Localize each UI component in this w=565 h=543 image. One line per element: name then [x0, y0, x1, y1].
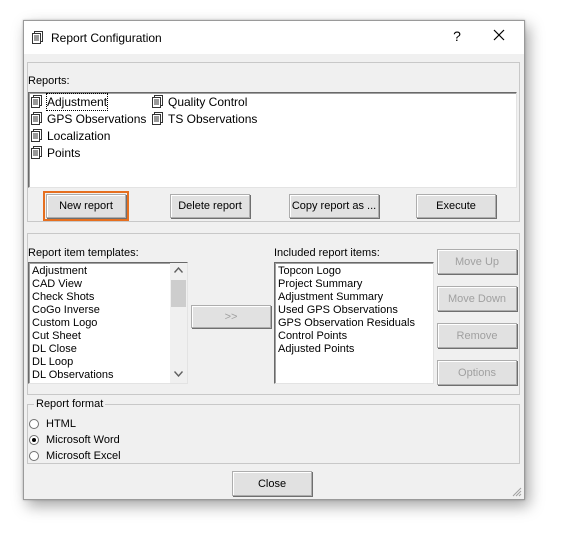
remove-button[interactable]: Remove — [437, 323, 517, 348]
add-item-button[interactable]: >> — [191, 305, 271, 328]
template-item[interactable]: CoGo Inverse — [32, 304, 100, 317]
template-item[interactable]: Custom Logo — [32, 317, 97, 330]
reports-label: Reports: — [28, 75, 70, 87]
report-document-icon — [32, 31, 43, 44]
scroll-down-arrow-icon[interactable] — [174, 371, 183, 377]
templates-list[interactable]: Adjustment CAD View Check Shots CoGo Inv… — [28, 262, 188, 384]
template-item[interactable]: DL Close — [32, 343, 77, 356]
title-bar: Report Configuration ? — [24, 21, 524, 54]
move-up-button[interactable]: Move Up — [437, 249, 517, 274]
report-item-label: GPS Observations — [47, 112, 147, 126]
templates-scrollbar[interactable] — [170, 263, 187, 383]
report-item-label: Localization — [47, 129, 111, 143]
radio-button[interactable] — [29, 451, 39, 461]
report-format-label: Report format — [34, 398, 106, 410]
template-item[interactable]: Adjustment — [32, 265, 87, 278]
included-item[interactable]: GPS Observation Residuals — [278, 317, 415, 330]
format-option-label: HTML — [46, 418, 76, 430]
radio-button[interactable] — [29, 419, 39, 429]
radio-selected-dot — [32, 438, 36, 442]
report-icon — [152, 95, 163, 108]
scroll-up-arrow-icon[interactable] — [174, 267, 183, 273]
report-configuration-dialog: Report Configuration ? Reports: Adjustme… — [23, 20, 525, 500]
included-item[interactable]: Adjustment Summary — [278, 291, 383, 304]
report-icon — [31, 129, 42, 142]
template-item[interactable]: CAD View — [32, 278, 82, 291]
included-item[interactable]: Project Summary — [278, 278, 362, 291]
format-option-label: Microsoft Excel — [46, 450, 121, 462]
included-item[interactable]: Adjusted Points — [278, 343, 354, 356]
report-item-label: Adjustment — [45, 93, 109, 111]
copy-report-as-button[interactable]: Copy report as ... — [289, 194, 379, 218]
included-label: Included report items: — [274, 247, 380, 259]
included-list[interactable]: Topcon Logo Project Summary Adjustment S… — [274, 262, 434, 384]
new-report-button[interactable]: New report — [43, 191, 129, 221]
radio-button[interactable] — [29, 435, 39, 445]
included-item[interactable]: Used GPS Observations — [278, 304, 398, 317]
reports-list[interactable]: Adjustment GPS Observations Localization… — [28, 92, 517, 188]
report-item-label: TS Observations — [168, 112, 258, 126]
report-icon — [31, 112, 42, 125]
help-button[interactable]: ? — [451, 28, 463, 44]
report-icon — [31, 95, 42, 108]
report-icon — [31, 146, 42, 159]
template-item[interactable]: DL Loop — [32, 356, 73, 369]
report-icon — [152, 112, 163, 125]
resize-grip-icon[interactable] — [512, 487, 522, 497]
report-item-label: Points — [47, 146, 81, 160]
template-item[interactable]: DL Observations — [32, 369, 114, 382]
close-button[interactable]: Close — [232, 471, 312, 496]
options-button[interactable]: Options — [437, 360, 517, 385]
template-item[interactable]: Cut Sheet — [32, 330, 81, 343]
window-title: Report Configuration — [51, 31, 162, 45]
scroll-thumb[interactable] — [171, 280, 186, 307]
delete-report-button[interactable]: Delete report — [170, 194, 250, 218]
included-item[interactable]: Topcon Logo — [278, 265, 341, 278]
included-item[interactable]: Control Points — [278, 330, 347, 343]
report-item-label: Quality Control — [168, 95, 248, 109]
template-item[interactable]: Check Shots — [32, 291, 94, 304]
format-option-label: Microsoft Word — [46, 434, 120, 446]
close-window-icon[interactable] — [491, 27, 507, 43]
execute-button[interactable]: Execute — [416, 194, 496, 218]
templates-label: Report item templates: — [28, 247, 139, 259]
move-down-button[interactable]: Move Down — [437, 286, 517, 311]
